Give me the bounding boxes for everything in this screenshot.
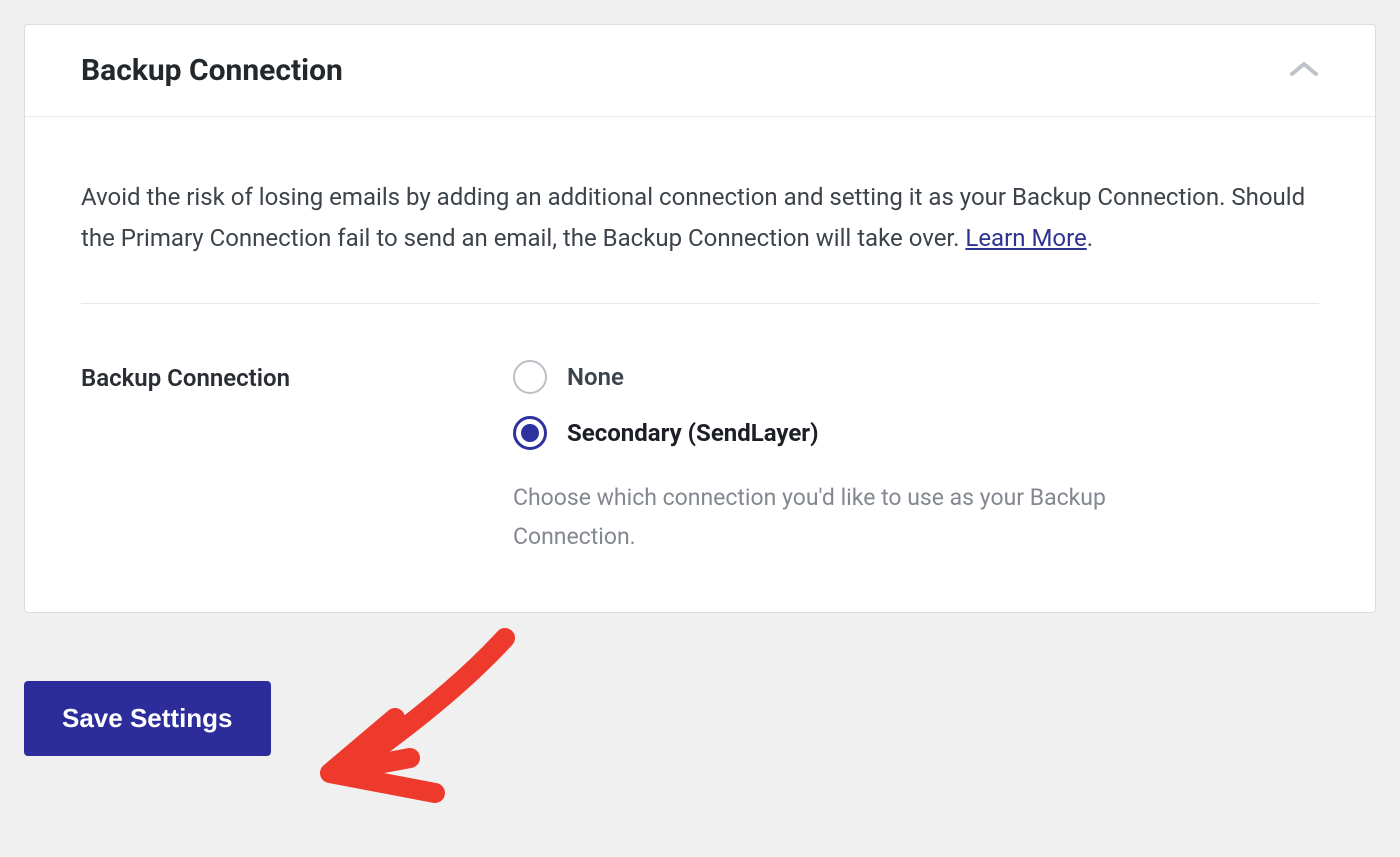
- panel-title: Backup Connection: [81, 53, 343, 88]
- radio-label-secondary: Secondary (SendLayer): [567, 419, 819, 447]
- radio-option-secondary[interactable]: Secondary (SendLayer): [513, 416, 1319, 450]
- radio-option-none[interactable]: None: [513, 360, 1319, 394]
- panel-description: Avoid the risk of losing emails by addin…: [81, 177, 1319, 304]
- learn-more-link[interactable]: Learn More: [965, 224, 1086, 252]
- radio-label-none: None: [567, 363, 624, 391]
- radio-circle-icon: [513, 416, 547, 450]
- panel-header[interactable]: Backup Connection: [25, 25, 1375, 117]
- radio-circle-icon: [513, 360, 547, 394]
- save-settings-button[interactable]: Save Settings: [24, 681, 271, 756]
- field-options: None Secondary (SendLayer) Choose which …: [513, 360, 1319, 556]
- backup-connection-panel: Backup Connection Avoid the risk of losi…: [24, 24, 1376, 613]
- field-label: Backup Connection: [81, 360, 513, 556]
- description-text: Avoid the risk of losing emails by addin…: [81, 183, 1305, 252]
- description-period: .: [1087, 224, 1093, 252]
- panel-body: Avoid the risk of losing emails by addin…: [25, 117, 1375, 612]
- chevron-up-icon: [1289, 60, 1319, 82]
- backup-connection-field: Backup Connection None Secondary (SendLa…: [81, 304, 1319, 556]
- field-hint: Choose which connection you'd like to us…: [513, 478, 1233, 556]
- annotation-arrow-icon: [290, 618, 540, 838]
